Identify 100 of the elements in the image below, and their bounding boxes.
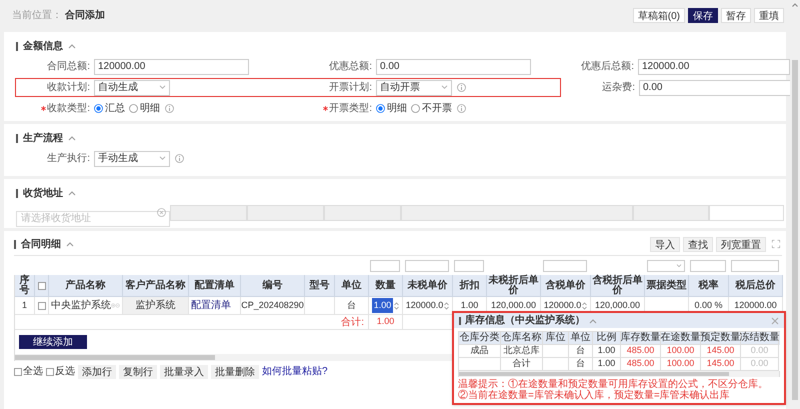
column-header: 型号 (310, 280, 330, 290)
spinner-icon[interactable] (394, 302, 400, 310)
collapse-chevron-icon[interactable] (68, 190, 76, 196)
radio-button[interactable]: 明细 (129, 101, 160, 116)
column-header: 产品名称 (66, 280, 106, 290)
radio-button[interactable]: 汇总 (94, 101, 125, 116)
column-header: 未税折后单价 (488, 276, 540, 296)
table-cell-text: 台 (576, 344, 585, 358)
toolbar-button[interactable]: 导入 (650, 236, 680, 252)
table-cell-text: 合计 (512, 357, 530, 370)
toolbar-button[interactable]: 查找 (683, 236, 713, 252)
filter-field[interactable] (454, 260, 484, 272)
filter-field[interactable] (731, 260, 779, 272)
help-link[interactable]: 如何批量粘贴? (262, 364, 328, 379)
toolbar-button[interactable]: 列宽重置 (716, 236, 766, 252)
field-label: 生产执行: (47, 152, 90, 166)
field-label: 合同总额: (47, 60, 90, 74)
column-header: 在途数量 (660, 333, 700, 343)
scroll-thumb[interactable] (459, 372, 729, 376)
section-marker-icon (16, 134, 18, 142)
address-field[interactable]: 请选择收货地址 (16, 210, 170, 226)
field-label: 收款计划: (47, 80, 90, 95)
radio-button[interactable]: 明细 (376, 101, 407, 116)
table-cell-text: 0.00 (750, 357, 768, 370)
scroll-up-icon[interactable] (792, 3, 798, 7)
config-link[interactable]: 配置清单 (191, 298, 231, 313)
input-field[interactable]: 0.00 (639, 80, 790, 96)
collapse-chevron-icon[interactable] (589, 318, 597, 324)
column-header: 仓库分类 (460, 333, 500, 343)
filter-field[interactable] (690, 260, 726, 272)
table-cell-text: 485.00 (626, 357, 654, 370)
row-action-button[interactable]: 复制行 (119, 364, 157, 378)
add-button[interactable]: 继续添加 (19, 335, 87, 349)
field-label: 优惠后总额: (581, 60, 634, 74)
checkbox[interactable] (38, 302, 46, 310)
field-label: 运杂费: (602, 80, 635, 95)
row-action-button[interactable]: 批量删除 (211, 364, 259, 378)
field-label: 开票计划: (329, 80, 372, 95)
checkbox-option[interactable]: 反选 (46, 364, 75, 379)
save-button[interactable]: 保存 (688, 8, 718, 22)
price-input[interactable]: 120000.0 (406, 298, 444, 312)
radio-icon[interactable] (376, 104, 385, 113)
scroll-thumb[interactable] (792, 60, 798, 400)
table-cell-text: 北京总库 (504, 344, 540, 358)
filter-field[interactable] (370, 260, 400, 272)
toolbar-button[interactable]: 草稿箱(0) (632, 8, 685, 22)
table-cell-text: 台 (347, 298, 356, 312)
spinner-icon[interactable] (444, 302, 450, 310)
radio-icon[interactable] (129, 104, 138, 113)
toolbar-button[interactable]: 暂存 (721, 8, 751, 22)
hint-text: 温馨提示：①在途数量和预定数量可用库存设置的公式，不区分仓库。 (458, 379, 769, 390)
table-cell-text: 1 (22, 298, 27, 312)
input-field[interactable]: 120000.00 (94, 58, 249, 74)
spinner-icon[interactable] (582, 302, 588, 310)
price-input[interactable]: 120000.0 (544, 298, 582, 312)
column-header: 数量 (376, 280, 396, 290)
column-header: 单位 (570, 333, 590, 343)
collapse-chevron-icon[interactable] (66, 241, 74, 247)
column-header: 票据类型 (646, 280, 686, 290)
select-field[interactable]: 自动开票 (376, 80, 452, 96)
section-title: 金额信息 (23, 39, 63, 54)
table-cell-text: 中央监护系统 (51, 298, 111, 313)
dropdown-chevron-icon[interactable] (676, 264, 682, 268)
row-action-button[interactable]: 添加行 (78, 364, 116, 378)
radio-icon[interactable] (411, 104, 420, 113)
dropdown-chevron-icon[interactable] (159, 85, 166, 90)
table-cell-text: 145.00 (706, 357, 734, 370)
column-header: 税后总价 (736, 280, 776, 290)
checkbox[interactable] (38, 282, 46, 290)
scroll-thumb[interactable] (15, 355, 215, 360)
row-action-button[interactable]: 批量录入 (160, 364, 208, 378)
column-header: 客户产品名称 (126, 280, 186, 290)
clear-icon[interactable] (157, 208, 166, 217)
close-icon[interactable] (771, 316, 779, 324)
field-label: 开票类型: (329, 102, 372, 116)
collapse-chevron-icon[interactable] (68, 135, 76, 141)
select-field[interactable]: 手动生成 (94, 150, 170, 166)
popup-title: 库存信息（中央监护系统） (465, 313, 585, 328)
column-header: 库存数量 (620, 333, 660, 343)
filter-field[interactable] (405, 260, 449, 272)
column-header: 折扣 (460, 280, 480, 290)
toolbar-button[interactable]: 重填 (754, 8, 784, 22)
input-field[interactable]: 120000.00 (638, 58, 790, 74)
dropdown-chevron-icon[interactable] (441, 85, 448, 90)
select-field[interactable]: 自动生成 (94, 80, 170, 96)
column-header: 未税单价 (408, 280, 448, 290)
dropdown-chevron-icon[interactable] (159, 156, 166, 161)
fullscreen-icon[interactable] (772, 240, 780, 248)
checkbox-option[interactable]: 全选 (14, 364, 43, 379)
input-field[interactable]: 0.00 (376, 58, 531, 74)
collapse-chevron-icon[interactable] (68, 43, 76, 49)
radio-button[interactable]: 不开票 (411, 101, 452, 116)
radio-icon[interactable] (94, 104, 103, 113)
column-header: 库位 (546, 333, 566, 343)
quantity-input[interactable]: 1.00 (372, 298, 394, 314)
filter-select[interactable] (646, 260, 686, 272)
add-remove-icon[interactable] (111, 302, 120, 309)
field-label: 优惠总额: (329, 60, 372, 74)
filter-field[interactable] (543, 260, 587, 272)
table-cell-text: 145.00 (706, 344, 734, 358)
